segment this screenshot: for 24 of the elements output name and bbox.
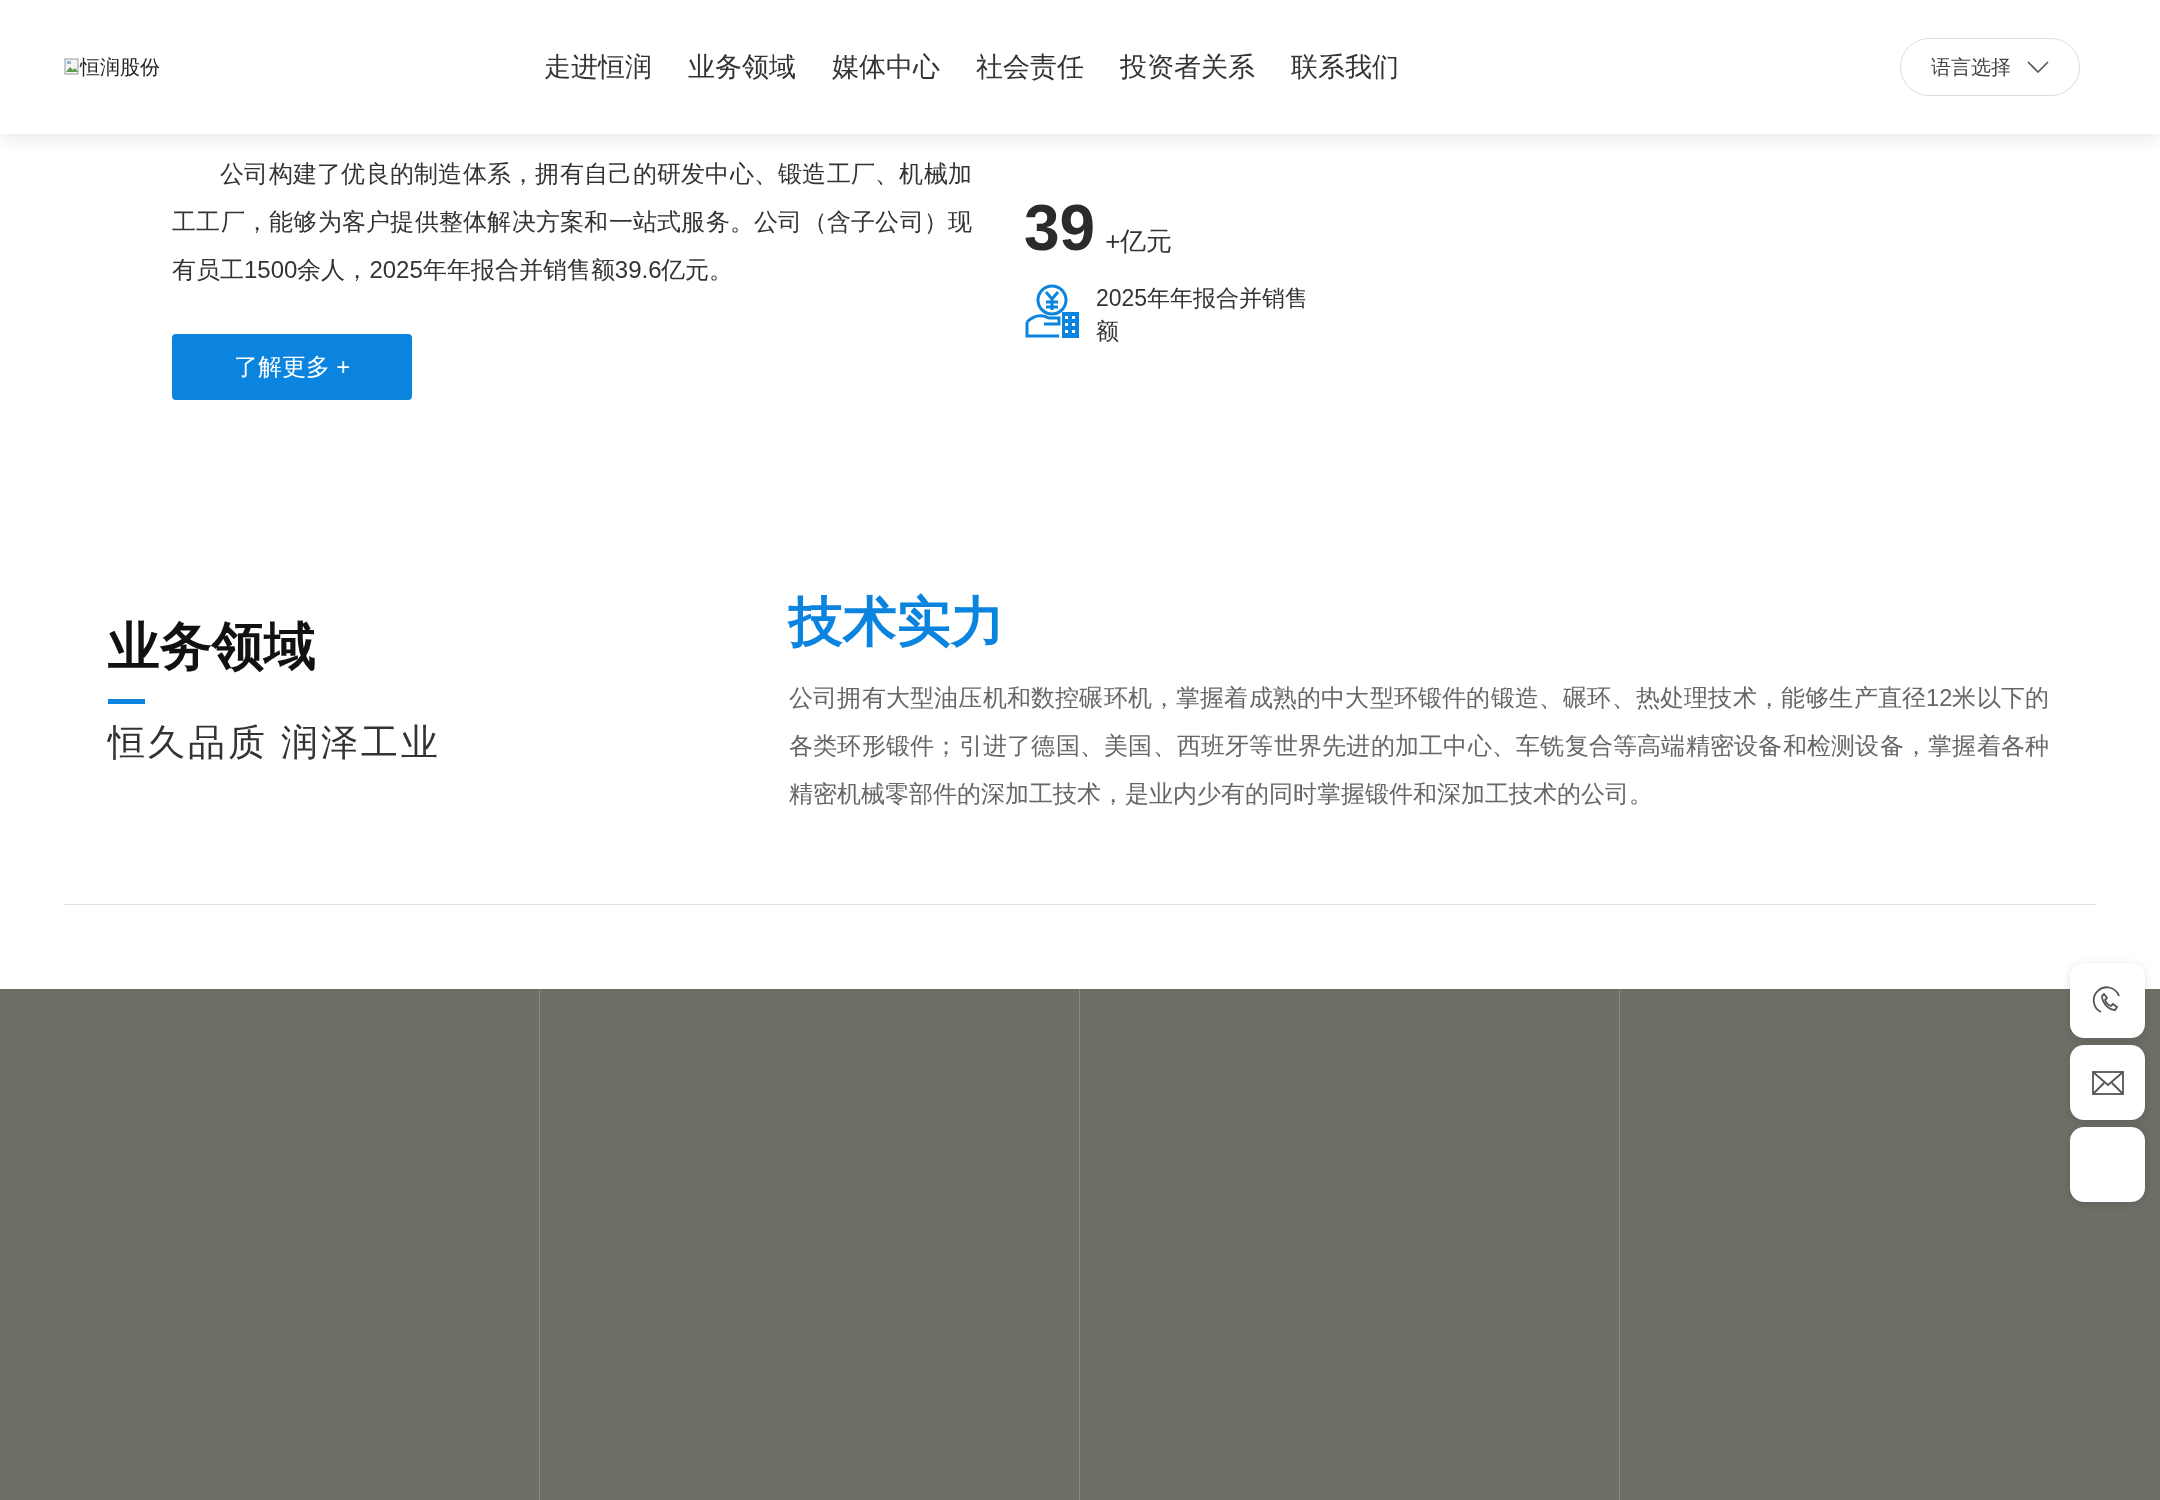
nav-link[interactable]: 联系我们 <box>1291 49 1399 85</box>
stat-unit: +亿元 <box>1105 225 1173 258</box>
nav-link[interactable]: 走进恒润 <box>544 49 652 85</box>
section-title: 业务领域 <box>108 616 317 677</box>
stat-label: 2025年年报合并销售额 <box>1096 284 1310 346</box>
logo[interactable]: 恒润股份 <box>64 53 544 81</box>
nav-link[interactable]: 投资者关系 <box>1120 49 1255 85</box>
stat-value: 39 <box>1024 196 1096 260</box>
money-hand-icon <box>1024 282 1082 340</box>
company-description: 公司构建了优良的制造体系，拥有自己的研发中心、锻造工厂、机械加工工厂，能够为客户提供整体解决方案和一站式服务。公司（含子公司）现有员工1500余人，2025年年报合并销售额39.6亿元。 <box>172 159 972 285</box>
slogan: 恒久品质 润泽工业 <box>108 721 443 766</box>
learn-more-button[interactable]: 了解更多 + <box>172 334 412 400</box>
broken-image-icon <box>64 58 80 76</box>
chevron-down-icon <box>2027 61 2049 73</box>
mail-button[interactable] <box>2070 1045 2145 1120</box>
nav-link[interactable]: 媒体中心 <box>832 49 940 85</box>
mail-icon <box>2091 1070 2124 1095</box>
nav-link[interactable]: 社会责任 <box>976 49 1084 85</box>
section-heading: 技术实力 <box>789 590 1006 653</box>
side-button[interactable] <box>2070 1127 2145 1202</box>
tech-description: 公司拥有大型油压机和数控碾环机，掌握着成熟的中大型环锻件的锻造、碾环、热处理技术，能够生产直径12米以下的各类环形锻件；引进了德国、美国、西班牙等世界先进的加工中心、车铣复合等高端精密设备和检测设备，掌握着各种精密机械零部件的深加工技术，是业内少有的同时掌握锻件和深加工技术的公司。 <box>789 683 2049 809</box>
phone-button[interactable] <box>2070 963 2145 1038</box>
nav-link[interactable]: 业务领域 <box>688 49 796 85</box>
language-select[interactable]: 语言选择 <box>1900 38 2080 96</box>
